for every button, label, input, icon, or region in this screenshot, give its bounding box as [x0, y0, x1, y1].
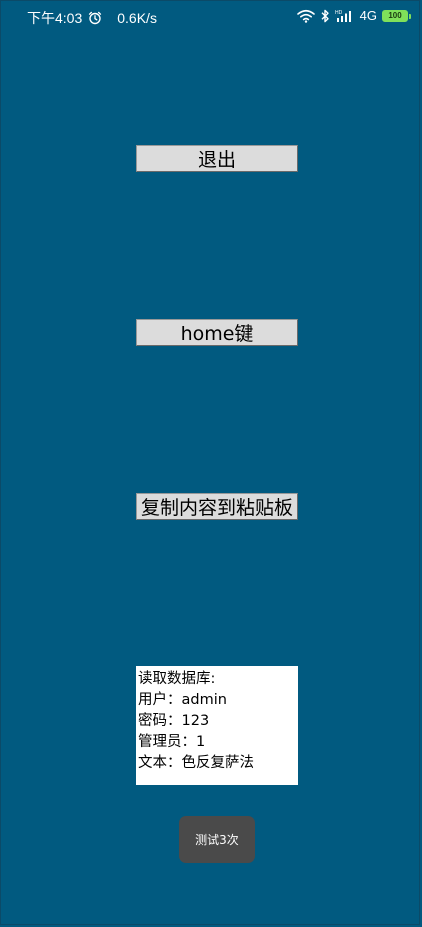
toast-message: 测试3次: [179, 816, 255, 863]
net-speed: 0.6K/s: [117, 10, 157, 26]
database-info-box: 读取数据库: 用户：admin 密码：123 管理员：1 文本：色反复萨法: [136, 666, 298, 785]
network-type: 4G: [359, 8, 377, 23]
copy-to-clipboard-button[interactable]: 复制内容到粘贴板: [136, 493, 298, 520]
status-bar: 下午4:03 0.6K/s HD 4G 100: [0, 0, 422, 32]
battery-icon: 100: [382, 9, 411, 22]
wifi-icon: [296, 9, 315, 23]
status-time: 下午4:03: [27, 10, 83, 26]
info-text: 文本：色反复萨法: [138, 755, 254, 771]
svg-text:HD: HD: [335, 10, 343, 16]
alarm-clock-icon: [88, 11, 102, 25]
battery-level: 100: [388, 10, 402, 20]
bluetooth-icon: [320, 9, 330, 23]
status-right: HD 4G 100: [296, 8, 411, 23]
status-left: 下午4:03 0.6K/s: [27, 8, 157, 28]
info-admin: 管理员：1: [138, 734, 206, 750]
info-password: 密码：123: [138, 713, 210, 729]
info-heading: 读取数据库:: [138, 671, 216, 687]
screen-frame: [0, 0, 420, 925]
info-user: 用户：admin: [138, 692, 227, 708]
home-key-button[interactable]: home键: [136, 319, 298, 346]
exit-button[interactable]: 退出: [136, 145, 298, 172]
cellular-signal-icon: HD: [335, 9, 355, 23]
